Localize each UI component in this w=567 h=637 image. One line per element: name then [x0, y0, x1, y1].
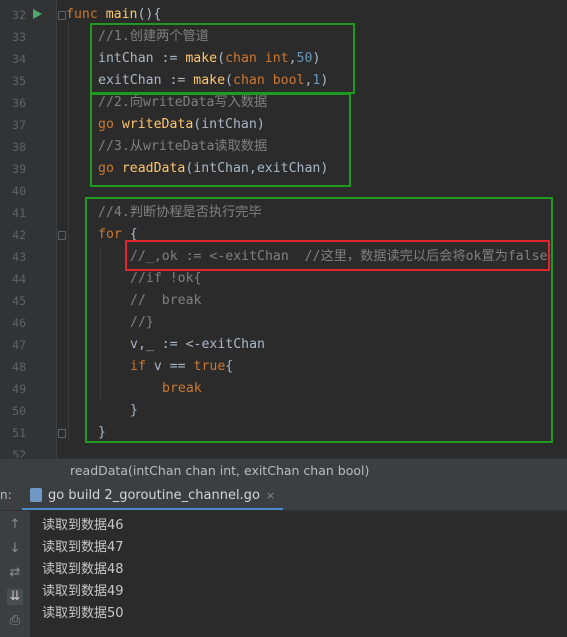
line-number: 37 [12, 118, 26, 132]
parameter-hint-bar: readData(intChan chan int, exitChan chan… [0, 458, 567, 483]
line-number: 38 [12, 140, 26, 154]
line-number: 36 [12, 96, 26, 110]
fold-marker-icon[interactable] [58, 231, 66, 240]
go-file-icon [30, 488, 42, 502]
down-arrow-icon[interactable]: ↓ [7, 541, 23, 557]
line-number: 42 [12, 228, 26, 242]
line-number: 39 [12, 162, 26, 176]
line-number: 41 [12, 206, 26, 220]
line-number: 32 [12, 8, 26, 22]
print-icon[interactable]: ⎙ [7, 613, 23, 629]
run-config-tab-title: go build 2_goroutine_channel.go [48, 487, 260, 503]
line-number: 34 [12, 52, 26, 66]
run-toolbar: ↑ ↓ ⇄ ⇊ ⎙ [0, 511, 30, 637]
line-number: 52 [12, 448, 26, 458]
run-icon[interactable] [33, 9, 42, 19]
highlight-box-for-loop [85, 197, 553, 443]
scroll-to-end-icon[interactable]: ⇊ [7, 589, 23, 605]
line-number: 33 [12, 30, 26, 44]
line-number: 43 [12, 250, 26, 264]
fold-marker-icon[interactable] [58, 11, 66, 20]
run-panel-label: n: [0, 488, 12, 502]
up-arrow-icon[interactable]: ↑ [7, 517, 23, 533]
line-number: 48 [12, 360, 26, 374]
indent-guide [68, 22, 69, 440]
line-number: 51 [12, 426, 26, 440]
run-panel: n: go build 2_goroutine_channel.go × ↑ ↓ ⇄… [0, 482, 567, 637]
console-output-line: 读取到数据46 [42, 518, 124, 533]
soft-wrap-icon[interactable]: ⇄ [7, 565, 23, 581]
line-number: 40 [12, 184, 26, 198]
highlight-box-commented-code [125, 240, 550, 271]
gutter-divider [56, 0, 57, 458]
highlight-box-create-channels [90, 23, 355, 94]
line-number: 47 [12, 338, 26, 352]
code-token: main [105, 7, 138, 22]
console-output-line: 读取到数据49 [42, 584, 124, 599]
highlight-box-goroutines [90, 93, 351, 187]
code-token: (){ [137, 7, 162, 22]
line-number: 46 [12, 316, 26, 330]
line-number: 45 [12, 294, 26, 308]
console-output-line: 读取到数据48 [42, 562, 124, 577]
run-config-tab[interactable]: go build 2_goroutine_channel.go × [22, 482, 284, 510]
close-icon[interactable]: × [266, 489, 275, 502]
line-number: 49 [12, 382, 26, 396]
console-output-line: 读取到数据47 [42, 540, 124, 555]
console-output-line: 读取到数据50 [42, 606, 124, 621]
parameter-hint-text: readData(intChan chan int, exitChan chan… [70, 463, 370, 478]
line-number: 50 [12, 404, 26, 418]
line-number: 44 [12, 272, 26, 286]
code-editor[interactable]: 32 33 34 35 36 37 38 39 40 41 42 43 44 45 46 47 48 49 50 51… [0, 0, 567, 458]
line-number: 35 [12, 74, 26, 88]
fold-marker-icon[interactable] [58, 429, 66, 438]
code-token: func [66, 7, 106, 22]
run-tabs-bar: n: go build 2_goroutine_channel.go × [0, 482, 567, 511]
